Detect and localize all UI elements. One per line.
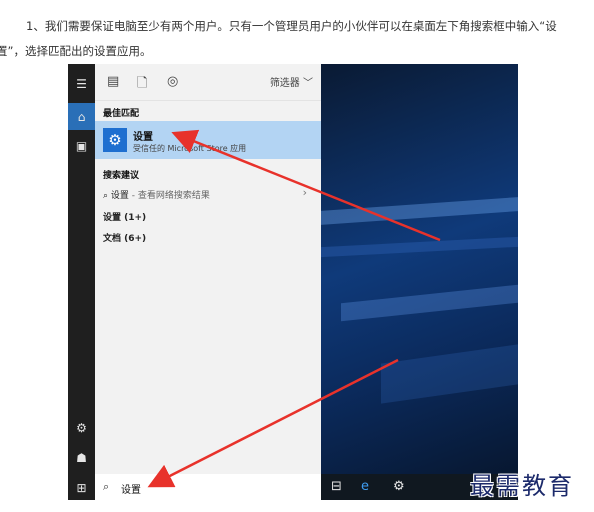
web-suggestion-text: 设置 [110,191,129,201]
instruction-text: 1、我们需要保证电脑至少有两个用户。只有一个管理员用户的小伙伴可以在桌面左下角搜… [0,14,594,64]
group-documents[interactable]: 文档 (6+) [103,231,146,244]
start-left-rail: ☰ ⌂ ▣ ⚙ ☗ ⊞ [68,64,95,500]
search-icon: ⌕ [103,191,109,201]
documents-icon[interactable]: ▣ [68,132,95,159]
apps-scope-icon[interactable]: ▤ [107,74,119,89]
best-match-settings-app[interactable]: ⚙ 设置 受信任的 Microsoft Store 应用 [95,121,321,159]
search-scope-bar: ▤ 🗋 ◎ 筛选器 ﹀ [95,64,321,101]
instruction-line-2: 置”，选择匹配出的设置应用。 [0,44,152,58]
group-settings[interactable]: 设置 (1+) [103,210,146,223]
task-view-icon[interactable]: ⊟ [331,479,342,494]
settings-taskbar-icon[interactable]: ⚙ [393,479,405,494]
search-results-panel: ▤ 🗋 ◎ 筛选器 ﹀ 最佳匹配 ⚙ 设置 受信任的 Microsoft Sto… [95,64,321,474]
best-match-subtitle: 受信任的 Microsoft Store 应用 [133,144,247,153]
web-scope-icon[interactable]: ◎ [167,74,178,89]
instruction-line-1: 1、我们需要保证电脑至少有两个用户。只有一个管理员用户的小伙伴可以在桌面左下角搜… [26,19,557,33]
web-suggestion-hint: - 查看网络搜索结果 [128,191,210,201]
search-icon: ⌕ [103,480,110,493]
user-icon[interactable]: ☗ [68,444,95,471]
best-match-heading: 最佳匹配 [103,109,140,119]
desktop-wallpaper [321,64,518,474]
web-suggestion-heading: 搜索建议 [103,171,140,181]
home-icon[interactable]: ⌂ [68,103,95,130]
hamburger-menu-icon[interactable]: ☰ [68,70,95,97]
windows-start-icon[interactable]: ⊞ [68,474,95,500]
chevron-right-icon[interactable]: › [303,186,307,199]
taskbar-search-box[interactable]: ⌕ 设置 [95,474,321,500]
documents-scope-icon[interactable]: 🗋 [137,74,147,96]
settings-app-icon: ⚙ [103,128,127,152]
best-match-title: 设置 [133,132,153,143]
filter-dropdown[interactable]: 筛选器 ﹀ [270,74,313,89]
web-suggestion-item[interactable]: ⌕ 设置 - 查看网络搜索结果 [103,188,210,201]
settings-gear-icon[interactable]: ⚙ [68,414,95,441]
search-input[interactable]: 设置 [121,481,141,496]
watermark-logo: 最需教育 [470,472,574,500]
edge-browser-icon[interactable]: e [361,479,369,494]
windows-screenshot: ☰ ⌂ ▣ ⚙ ☗ ⊞ ▤ 🗋 ◎ 筛选器 ﹀ 最佳匹配 ⚙ 设置 受信任的 M… [68,64,518,500]
